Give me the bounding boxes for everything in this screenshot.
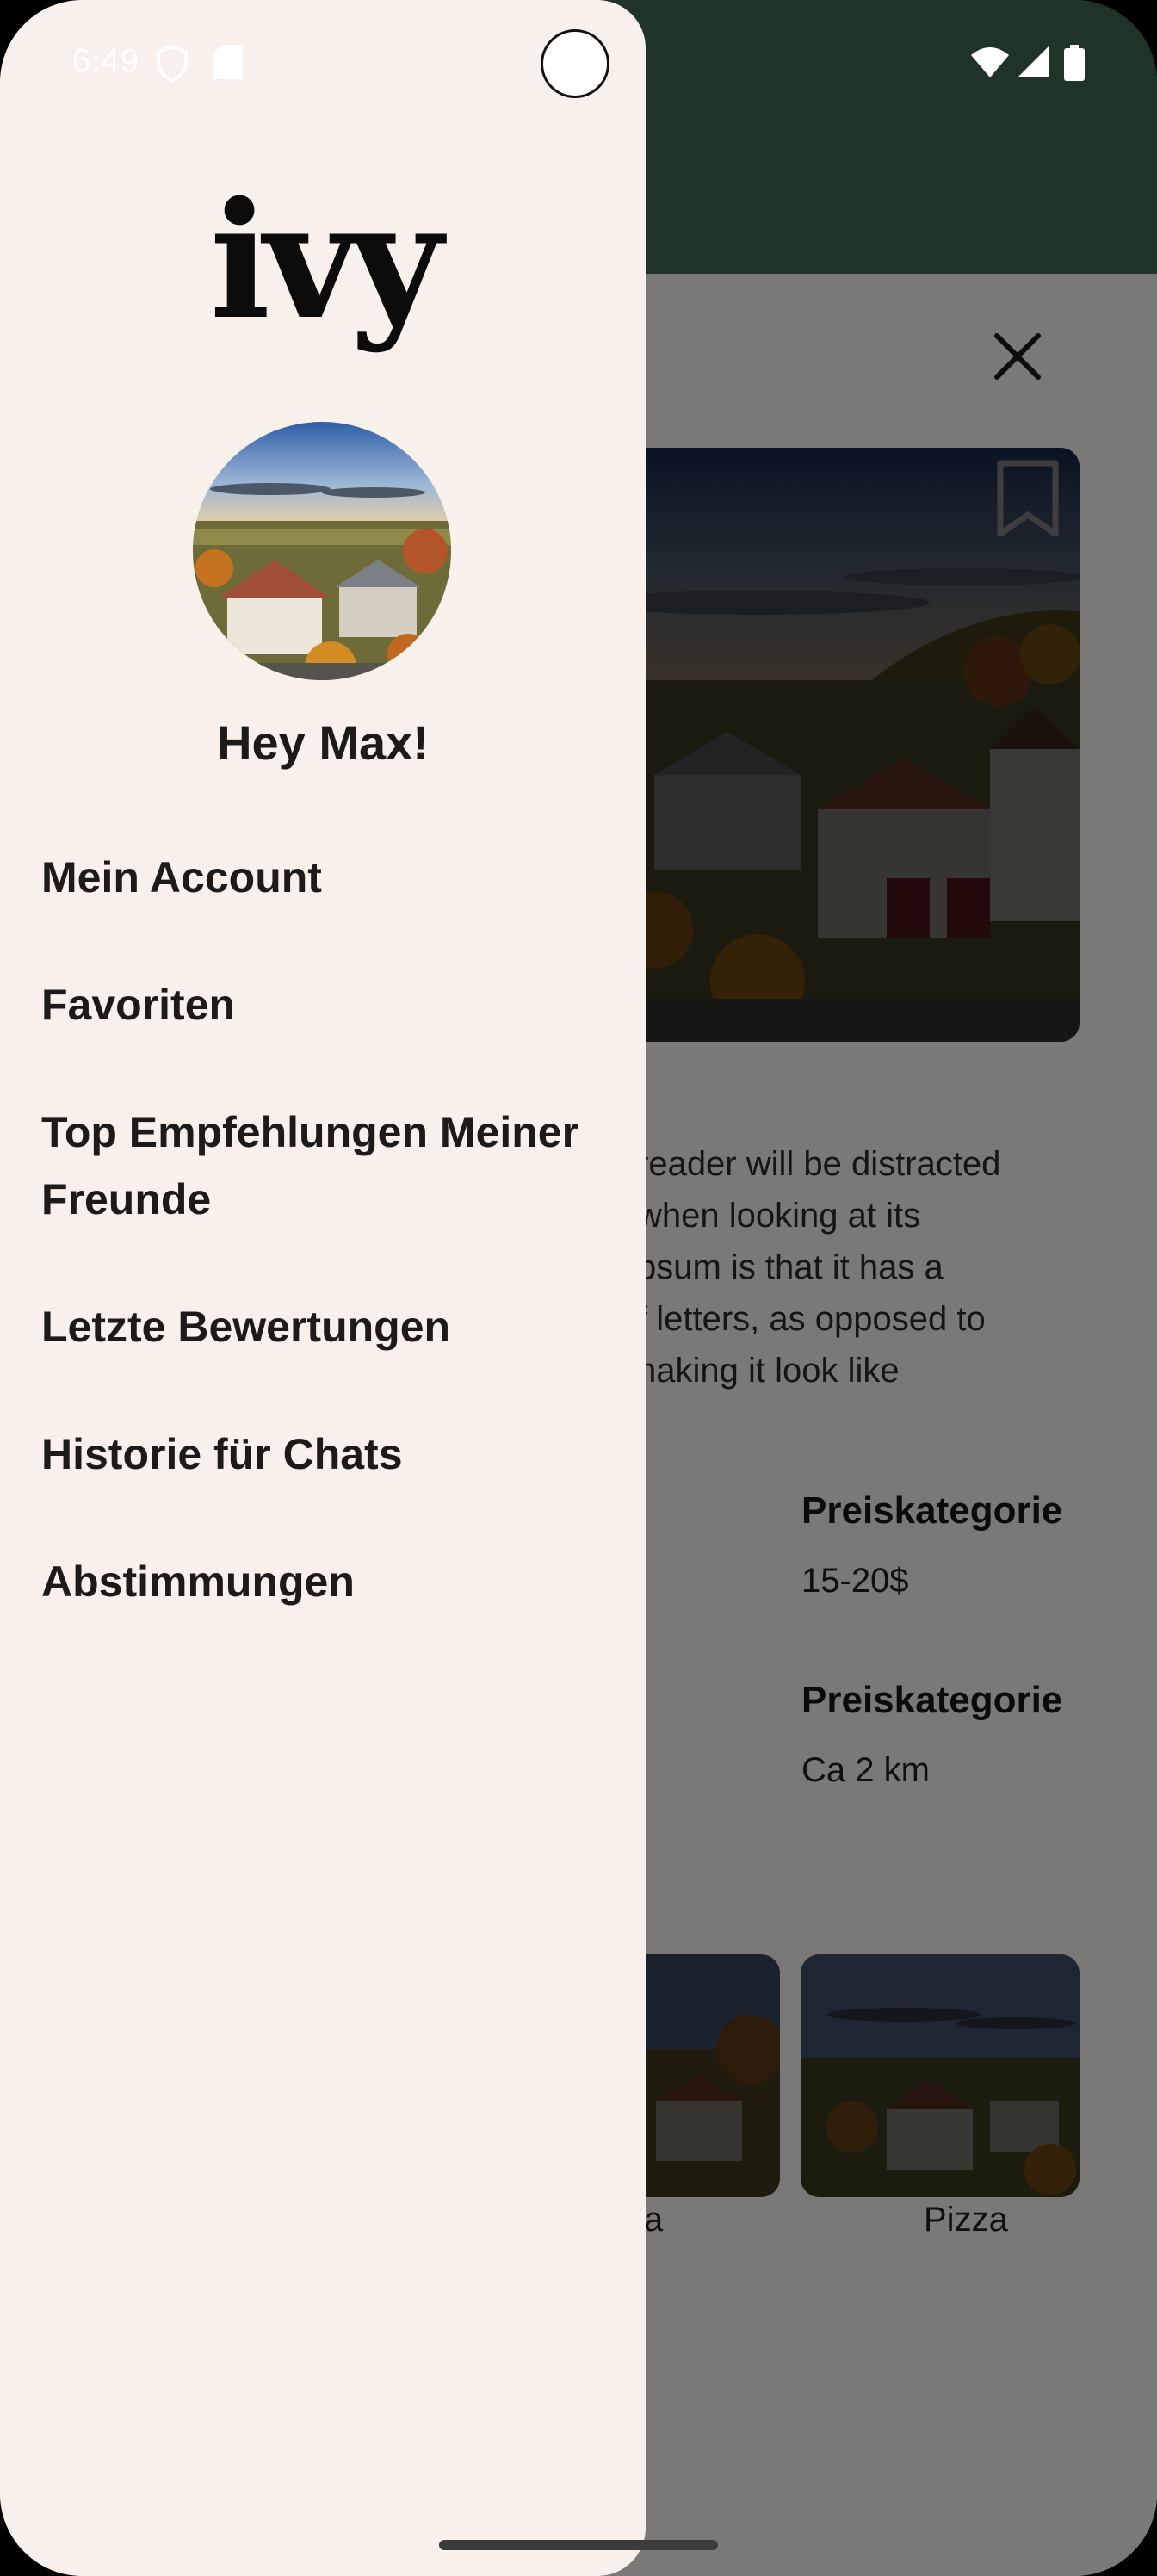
navigation-drawer: 6:49 ivy Hey Max! Mein Account Favoriten… bbox=[0, 0, 646, 2576]
shield-icon bbox=[157, 45, 188, 83]
menu-item-account[interactable]: Mein Account bbox=[41, 844, 627, 911]
menu-item-chat-history[interactable]: Historie für Chats bbox=[41, 1421, 627, 1488]
avatar[interactable] bbox=[193, 422, 451, 680]
battery-icon bbox=[1064, 45, 1085, 81]
ivy-logo: ivy bbox=[209, 166, 443, 355]
greeting: Hey Max! bbox=[217, 715, 429, 770]
menu-item-recent-reviews[interactable]: Letzte Bewertungen bbox=[41, 1293, 627, 1360]
home-indicator[interactable] bbox=[439, 2540, 718, 2550]
sd-card-icon bbox=[213, 45, 243, 79]
menu-item-favorites[interactable]: Favoriten bbox=[41, 971, 627, 1038]
status-time: 6:49 bbox=[72, 43, 139, 79]
phone-screen: reader will be distracted when looking a… bbox=[0, 0, 1157, 2576]
menu-item-polls[interactable]: Abstimmungen bbox=[41, 1548, 627, 1615]
signal-icon bbox=[1018, 46, 1049, 77]
wifi-icon bbox=[971, 47, 1009, 77]
drawer-menu: Mein Account Favoriten Top Empfehlungen … bbox=[41, 844, 627, 1675]
camera-cutout bbox=[541, 29, 609, 98]
menu-item-friend-recommendations[interactable]: Top Empfehlungen Meiner Freunde bbox=[41, 1099, 627, 1233]
